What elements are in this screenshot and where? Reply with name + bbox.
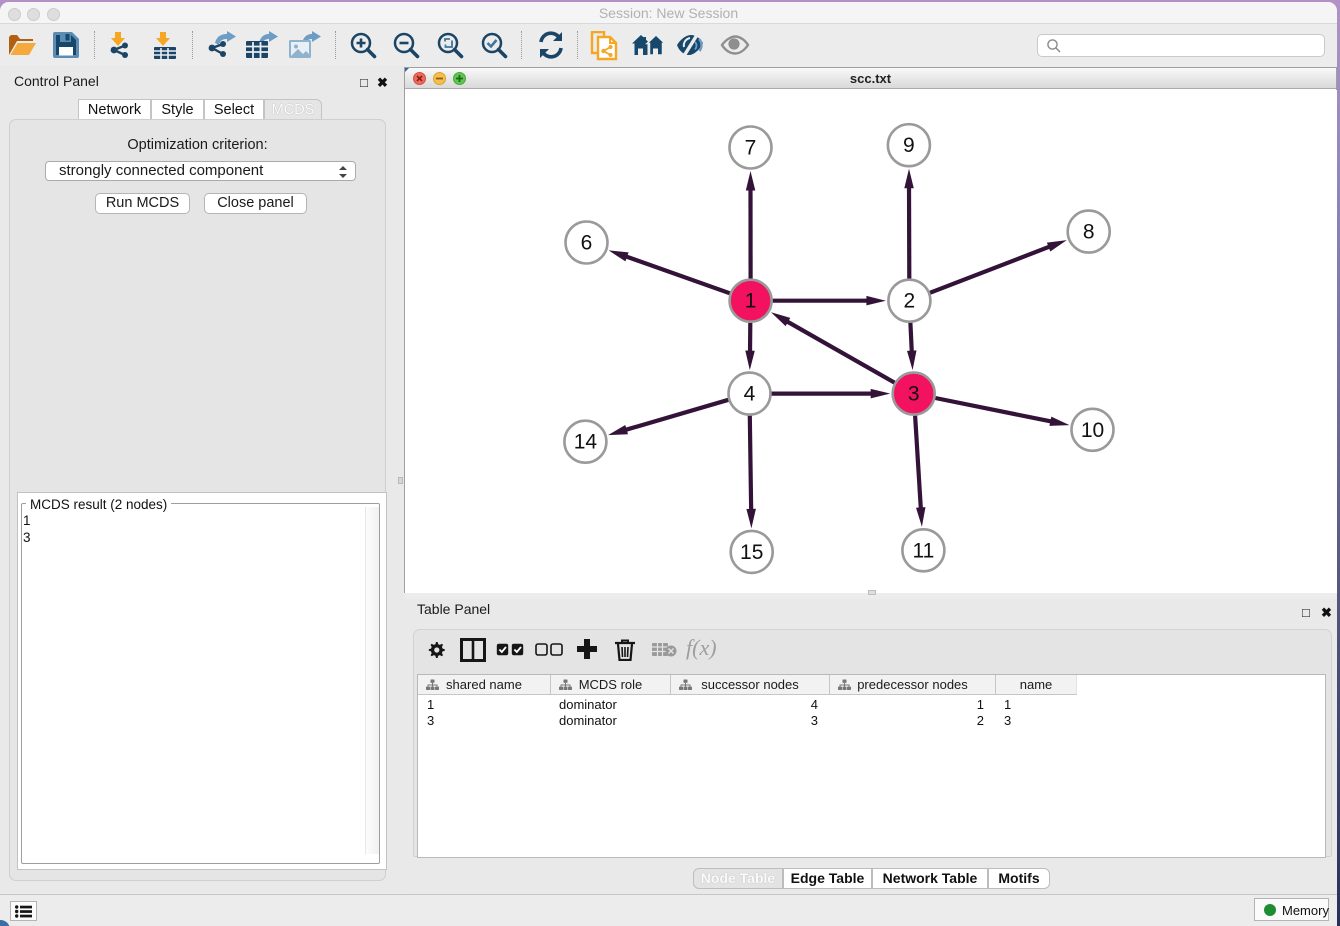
svg-text:14: 14 xyxy=(574,431,598,454)
svg-text:11: 11 xyxy=(912,539,934,562)
svg-text:3: 3 xyxy=(908,383,920,406)
svg-text:7: 7 xyxy=(745,137,757,160)
svg-text:8: 8 xyxy=(1083,221,1095,244)
svg-text:1: 1 xyxy=(745,290,757,313)
svg-text:15: 15 xyxy=(740,541,763,564)
svg-text:10: 10 xyxy=(1081,419,1104,442)
svg-text:6: 6 xyxy=(581,232,593,255)
svg-text:2: 2 xyxy=(904,290,916,313)
svg-text:4: 4 xyxy=(744,383,756,406)
svg-text:9: 9 xyxy=(903,134,915,157)
